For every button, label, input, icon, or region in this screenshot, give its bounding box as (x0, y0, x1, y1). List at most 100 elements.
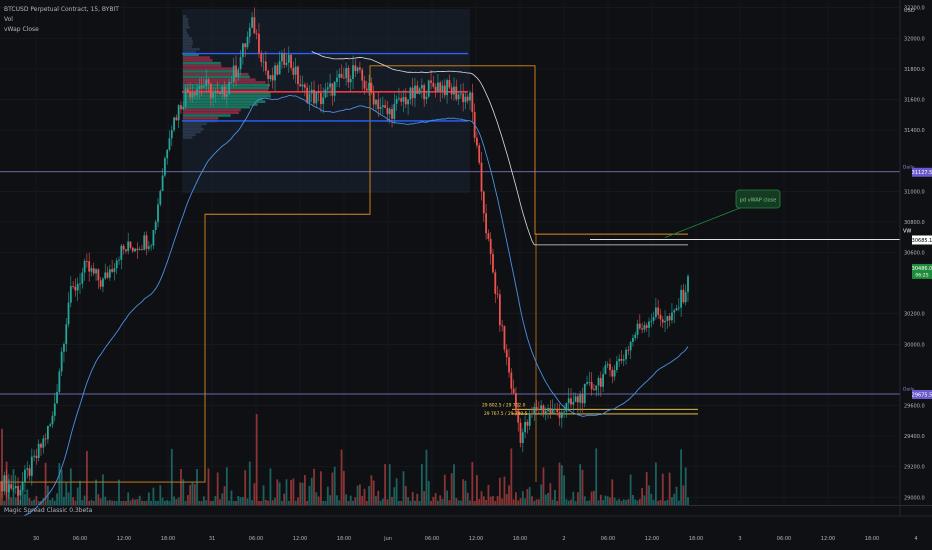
profile-bar (183, 59, 212, 62)
candle-body (657, 308, 659, 315)
candle-body (398, 98, 400, 99)
candle-body (201, 86, 203, 87)
candle-body (49, 424, 51, 425)
candle-body (481, 163, 483, 192)
volume-bar (499, 478, 501, 505)
price-chart[interactable]: pd vWAP close 29 802.5 / 29 712.0 29 767.5… (0, 0, 932, 550)
volume-bar (529, 487, 531, 505)
candle-body (650, 321, 652, 322)
candle-body (325, 89, 327, 97)
price-tick-label: 29600.0 (904, 404, 925, 410)
candle-body (366, 89, 368, 91)
candle-body (242, 43, 244, 57)
candle-body (84, 261, 86, 273)
candle-body (669, 316, 671, 320)
profile-bar (183, 67, 234, 70)
candle-body (162, 175, 164, 190)
candle-body (540, 405, 542, 409)
candle-body (63, 344, 65, 352)
candle-body (127, 242, 129, 252)
volume-bar (29, 498, 31, 505)
candle-body (171, 130, 173, 138)
candle-body (348, 68, 350, 82)
volume-bar (393, 487, 395, 505)
last-price-label: 30486.0 (912, 266, 932, 272)
profile-bar (183, 103, 258, 106)
candle-body (566, 403, 568, 411)
candle-body (295, 67, 297, 75)
volume-bar (462, 479, 464, 505)
candle-body (272, 75, 274, 80)
candle-body (226, 94, 228, 97)
price-tick-label: 29200.0 (904, 465, 925, 471)
candle-body (634, 335, 636, 338)
volume-bar (299, 482, 301, 505)
volume-bar (492, 496, 494, 505)
candle-body (419, 88, 421, 93)
volume-bar (650, 494, 652, 505)
candle-body (513, 389, 515, 393)
legend-vol[interactable]: Vol (4, 15, 119, 25)
volume-bar (95, 480, 97, 505)
candle-body (618, 359, 620, 361)
candle-body (116, 261, 118, 269)
candle-body (212, 93, 214, 98)
candle-body (609, 364, 611, 370)
volume-bar (467, 493, 469, 505)
volume-bar (412, 492, 414, 505)
candle-body (141, 249, 143, 250)
candle-body (311, 90, 313, 93)
volume-bar (8, 479, 10, 505)
volume-bar (504, 477, 506, 505)
profile-bar (183, 45, 192, 48)
candle-body (490, 239, 492, 254)
candle-body (396, 99, 398, 104)
volume-bar (70, 468, 72, 505)
daily-price-label: 31127.5 (912, 170, 932, 176)
indicator-pane-title[interactable]: Magic Spread Classic 0.3beta (0, 505, 932, 516)
profile-bar (183, 100, 265, 103)
volume-bar (526, 489, 528, 505)
price-tick-label: 29000.0 (904, 495, 925, 501)
candle-body (150, 246, 152, 247)
candle-body (61, 352, 63, 372)
candle-body (538, 409, 540, 410)
volume-bar (315, 492, 317, 505)
volume-bar (490, 497, 492, 505)
candle-body (36, 456, 38, 458)
volume-bar (180, 469, 182, 505)
candle-body (146, 235, 148, 249)
legend-vwap[interactable]: vWap Close (4, 25, 119, 35)
candle-body (192, 93, 194, 97)
time-tick-label: 3 (738, 536, 741, 542)
candle-body (345, 68, 347, 78)
volume-bar (497, 496, 499, 505)
volume-bar (242, 497, 244, 505)
volume-bar (676, 487, 678, 505)
legend-symbol[interactable]: BTCUSD Perpetual Contract, 15, BYBIT (4, 5, 119, 15)
candle-body (86, 261, 88, 262)
candle-body (180, 105, 182, 109)
candle-body (320, 93, 322, 104)
candle-body (240, 57, 242, 69)
candle-body (15, 486, 17, 488)
candle-body (164, 158, 166, 175)
vwap-price-label: 30685.1 (912, 238, 932, 244)
candle-body (623, 359, 625, 360)
candle-body (444, 86, 446, 96)
price-tick-label: 32000.0 (904, 36, 925, 42)
candle-body (10, 484, 12, 488)
candle-body (598, 378, 600, 385)
candle-body (54, 403, 56, 415)
candle-body (506, 350, 508, 358)
volume-bar (582, 470, 584, 505)
candle-body (329, 83, 331, 87)
candle-body (492, 254, 494, 272)
candle-body (327, 87, 329, 89)
volume-bar (26, 489, 28, 505)
candle-body (510, 372, 512, 388)
volume-bar (403, 471, 405, 505)
candle-body (79, 284, 81, 285)
volume-bar (79, 481, 81, 505)
candle-body (231, 82, 233, 83)
